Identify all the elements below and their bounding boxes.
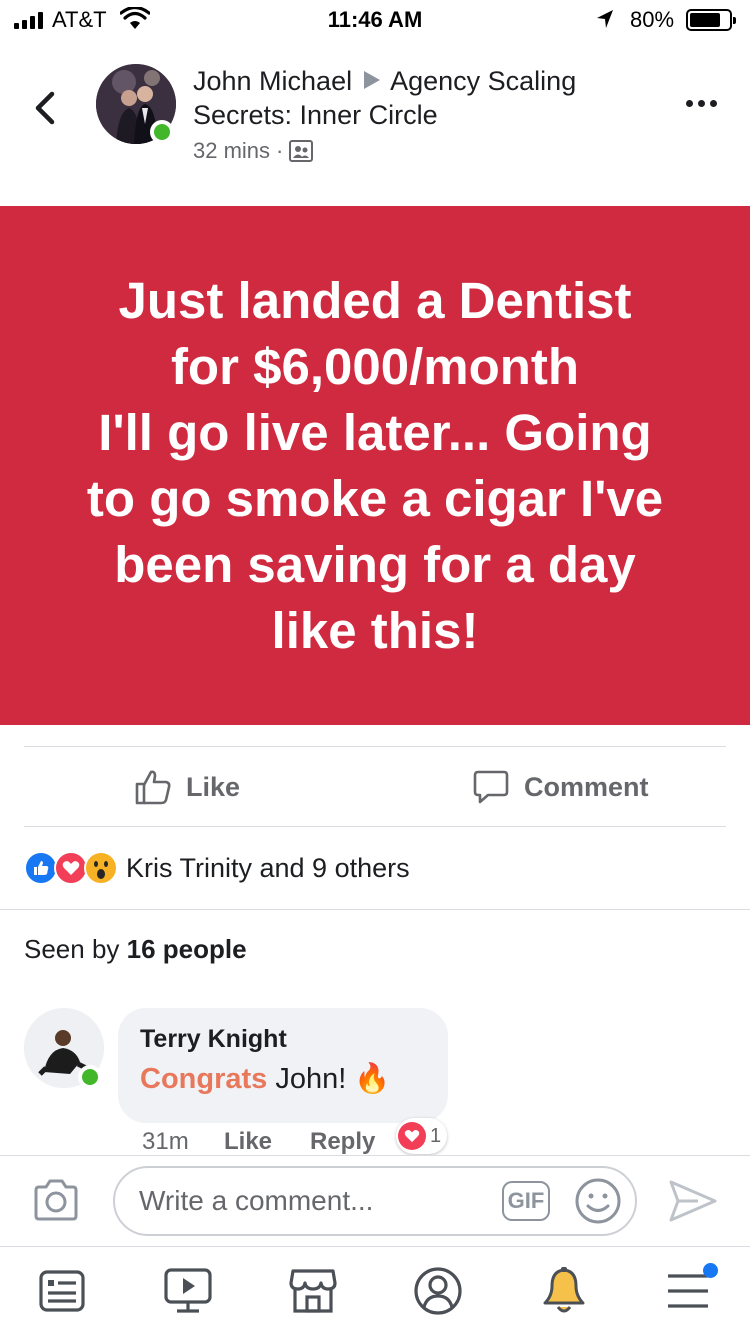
more-options-icon[interactable]: [686, 100, 717, 107]
like-button[interactable]: Like: [134, 762, 240, 812]
comment-label: Comment: [524, 771, 649, 802]
post-subtitle: 32 mins ·: [193, 138, 643, 164]
send-icon[interactable]: [668, 1179, 718, 1223]
battery-percentage: 80%: [630, 7, 675, 32]
reactions-names: Kris Trinity and 9 others: [126, 852, 410, 883]
status-bar: AT&T 11:46 AM 80%: [0, 0, 750, 40]
comment-button[interactable]: Comment: [472, 762, 649, 812]
love-reaction-icon: [54, 851, 88, 885]
reactions-summary[interactable]: Kris Trinity and 9 others: [24, 849, 410, 887]
marketplace-icon[interactable]: [287, 1265, 339, 1317]
like-label: Like: [186, 771, 241, 802]
comment-reaction-badge[interactable]: 1: [396, 1118, 448, 1154]
menu-notification-dot: [703, 1263, 718, 1278]
comment-like-button[interactable]: Like: [224, 1128, 272, 1156]
fire-emoji: 🔥: [354, 1063, 391, 1095]
comment-author[interactable]: Terry Knight: [140, 1022, 426, 1056]
author-name[interactable]: John Michael: [193, 66, 352, 96]
notifications-icon[interactable]: [538, 1265, 590, 1317]
seen-by-prefix: Seen by: [24, 934, 120, 964]
post-timestamp[interactable]: 32 mins: [193, 138, 270, 164]
comment-highlight-word: Congrats: [140, 1063, 268, 1095]
comment-reply-button[interactable]: Reply: [310, 1128, 375, 1156]
comment-input[interactable]: [113, 1166, 637, 1236]
emoji-icon[interactable]: [574, 1177, 622, 1225]
comment-time: 31m: [142, 1128, 189, 1155]
battery-icon: [686, 9, 736, 31]
shared-to-arrow-icon: [364, 71, 381, 89]
commenter-online-indicator: [78, 1065, 102, 1089]
divider: [0, 909, 750, 910]
wow-reaction-icon: [84, 851, 118, 885]
comment-bubble-icon: [473, 770, 509, 804]
online-status-indicator: [150, 120, 174, 144]
location-arrow-icon: [597, 10, 613, 28]
post-background: Just landed a Dentist for $6,000/month I…: [0, 206, 750, 725]
post-meta: John Michael Agency Scaling Secrets: Inne…: [193, 64, 643, 164]
post-text: Just landed a Dentist for $6,000/month I…: [86, 271, 664, 659]
profile-icon[interactable]: [412, 1265, 464, 1317]
camera-icon[interactable]: [32, 1178, 80, 1222]
group-audience-icon: [289, 140, 314, 162]
separator-dot: ·: [276, 138, 284, 163]
comment-text: Congrats John! 🔥: [140, 1056, 426, 1102]
comment-reaction-count: 1: [430, 1124, 442, 1147]
news-feed-icon[interactable]: [36, 1265, 88, 1317]
seen-by-count: 16 people: [126, 934, 247, 964]
divider: [24, 746, 726, 747]
gif-button[interactable]: GIF: [502, 1181, 550, 1221]
divider: [24, 826, 726, 827]
comment-body: John!: [275, 1063, 347, 1095]
comment-composer: GIF: [0, 1155, 750, 1246]
love-reaction-icon: [398, 1122, 426, 1150]
back-chevron-icon[interactable]: [30, 88, 60, 128]
post-title: John Michael Agency Scaling Secrets: Inne…: [193, 64, 643, 132]
like-reaction-icon: [24, 851, 58, 885]
comment-bubble[interactable]: Terry Knight Congrats John! 🔥: [118, 1008, 448, 1123]
bottom-tab-bar: [0, 1246, 750, 1334]
watch-icon[interactable]: [162, 1265, 214, 1317]
seen-by[interactable]: Seen by 16 people: [24, 934, 247, 965]
thumbs-up-icon: [135, 770, 171, 805]
